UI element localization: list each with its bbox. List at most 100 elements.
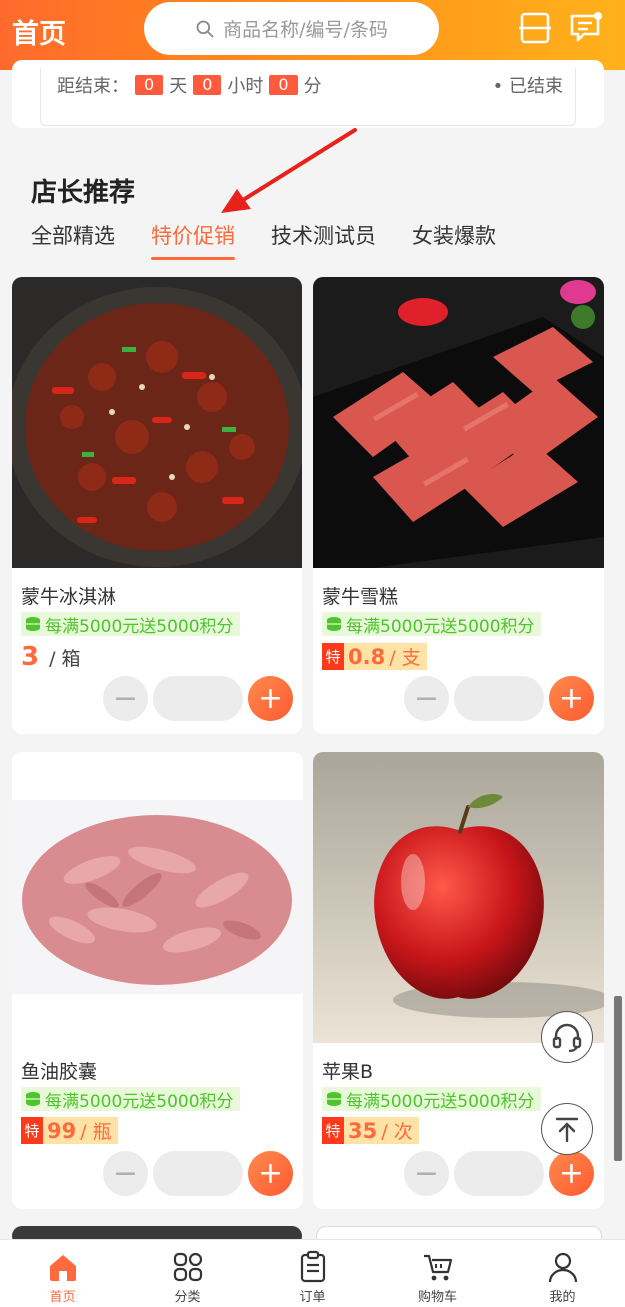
search-input[interactable]: 商品名称/编号/条码	[144, 2, 439, 55]
tab-womens-hot[interactable]: 女装爆款	[412, 220, 496, 260]
annotation-arrow	[221, 128, 357, 213]
tab-special-offers[interactable]: 特价促销	[151, 220, 235, 260]
countdown-hours: 0	[193, 75, 222, 95]
price-unit: / 瓶	[80, 1121, 112, 1143]
product-card[interactable]: 蒙牛冰淇淋 每满5000元送5000积分 3 / 箱 − +	[12, 277, 302, 734]
special-tag: 特	[322, 643, 344, 670]
nav-cart[interactable]: 购物车	[375, 1240, 500, 1307]
product-card[interactable]: 鱼油胶囊 每满5000元送5000积分 特 99 / 瓶 − +	[12, 752, 303, 1209]
nav-label: 首页	[49, 1290, 76, 1305]
category-icon	[173, 1252, 202, 1282]
message-icon[interactable]	[568, 10, 604, 46]
nav-label: 订单	[299, 1290, 326, 1305]
price-unit: / 支	[389, 647, 421, 669]
product-image-spicy-chicken	[12, 277, 302, 568]
home-icon	[49, 1255, 76, 1281]
countdown-label: 距结束：	[57, 76, 129, 97]
promo-text: 每满5000元送5000积分	[346, 1091, 535, 1112]
headset-icon	[552, 1023, 582, 1053]
price-box: 0.8 / 支	[344, 643, 427, 670]
product-card[interactable]: 蒙牛雪糕 每满5000元送5000积分 特 0.8 / 支 − +	[313, 277, 604, 734]
scrollbar[interactable]	[614, 996, 622, 1161]
nav-orders[interactable]: 订单	[250, 1240, 375, 1307]
coins-icon	[327, 1092, 341, 1106]
bottom-nav: 首页 分类 订单 购物车 我的	[0, 1239, 625, 1307]
increase-button[interactable]: +	[248, 676, 293, 721]
decrease-button[interactable]: −	[404, 676, 449, 721]
countdown-card: 距结束： 0 天 0 小时 0 分 • 已结束	[40, 68, 576, 126]
price-unit: / 次	[381, 1121, 413, 1143]
increase-button[interactable]: +	[549, 676, 594, 721]
promo-badge: 每满5000元送5000积分	[21, 612, 240, 637]
countdown-days: 0	[135, 75, 164, 95]
promo-badge: 每满5000元送5000积分	[322, 1087, 541, 1112]
quantity-field[interactable]	[454, 1151, 544, 1196]
promo-text: 每满5000元送5000积分	[45, 1091, 234, 1112]
order-icon	[300, 1250, 325, 1283]
countdown-minutes: 0	[269, 75, 298, 95]
price-row: 特 99 / 瓶	[21, 1117, 118, 1144]
product-price: 0.8	[348, 644, 386, 669]
product-image-sliced-beef	[313, 277, 604, 568]
price-box: 35 / 次	[344, 1117, 419, 1144]
countdown-status: • 已结束	[492, 76, 563, 97]
special-tag: 特	[21, 1117, 43, 1144]
product-image-shredded-pork	[12, 800, 303, 994]
increase-button[interactable]: +	[549, 1151, 594, 1196]
product-price: 99	[47, 1118, 77, 1143]
search-icon	[196, 20, 214, 37]
quantity-field[interactable]	[153, 1151, 243, 1196]
arrow-up-icon	[555, 1117, 579, 1143]
minutes-unit: 分	[303, 76, 322, 97]
quantity-field[interactable]	[454, 676, 544, 721]
product-price: 35	[348, 1118, 378, 1143]
quantity-stepper: − +	[404, 676, 594, 721]
coins-icon	[26, 1092, 40, 1106]
tab-tech-tester[interactable]: 技术测试员	[271, 220, 376, 260]
page-title: 首页	[12, 19, 66, 50]
promo-badge: 每满5000元送5000积分	[21, 1087, 240, 1112]
quantity-stepper: − +	[404, 1151, 594, 1196]
price-row: 3 / 箱	[21, 642, 81, 672]
product-price: 3	[21, 642, 40, 672]
coins-icon	[327, 617, 341, 631]
promo-text: 每满5000元送5000积分	[346, 616, 535, 637]
price-row: 特 0.8 / 支	[322, 643, 427, 670]
countdown-row: 距结束： 0 天 0 小时 0 分	[57, 72, 322, 98]
special-tag: 特	[322, 1117, 344, 1144]
nav-profile[interactable]: 我的	[500, 1240, 625, 1307]
search-placeholder: 商品名称/编号/条码	[223, 19, 388, 41]
nav-home[interactable]: 首页	[0, 1240, 125, 1307]
quantity-stepper: − +	[103, 1151, 293, 1196]
increase-button[interactable]: +	[248, 1151, 293, 1196]
coins-icon	[26, 617, 40, 631]
product-image-red-apple	[313, 752, 604, 1043]
product-name: 蒙牛冰淇淋	[21, 586, 117, 608]
quantity-field[interactable]	[153, 676, 243, 721]
promo-text: 每满5000元送5000积分	[45, 616, 234, 637]
product-name: 苹果B	[322, 1061, 374, 1083]
product-name: 蒙牛雪糕	[322, 586, 399, 608]
nav-label: 分类	[174, 1290, 201, 1305]
hours-unit: 小时	[227, 76, 264, 97]
user-icon	[548, 1252, 577, 1283]
promo-badge: 每满5000元送5000积分	[322, 612, 541, 637]
scan-icon[interactable]	[517, 10, 553, 46]
back-to-top-button[interactable]	[541, 1103, 593, 1155]
cart-icon	[423, 1254, 452, 1281]
quantity-stepper: − +	[103, 676, 293, 721]
days-unit: 天	[169, 76, 188, 97]
section-title: 店长推荐	[31, 178, 136, 208]
category-tabs: 全部精选 特价促销 技术测试员 女装爆款	[31, 220, 496, 260]
decrease-button[interactable]: −	[103, 1151, 148, 1196]
nav-label: 购物车	[417, 1290, 457, 1305]
decrease-button[interactable]: −	[404, 1151, 449, 1196]
decrease-button[interactable]: −	[103, 676, 148, 721]
tab-all-picks[interactable]: 全部精选	[31, 220, 115, 260]
nav-label: 我的	[549, 1290, 576, 1305]
product-name: 鱼油胶囊	[21, 1061, 98, 1083]
customer-service-button[interactable]	[541, 1011, 593, 1063]
nav-category[interactable]: 分类	[125, 1240, 250, 1307]
price-row: 特 35 / 次	[322, 1117, 419, 1144]
price-unit: / 箱	[49, 647, 81, 670]
